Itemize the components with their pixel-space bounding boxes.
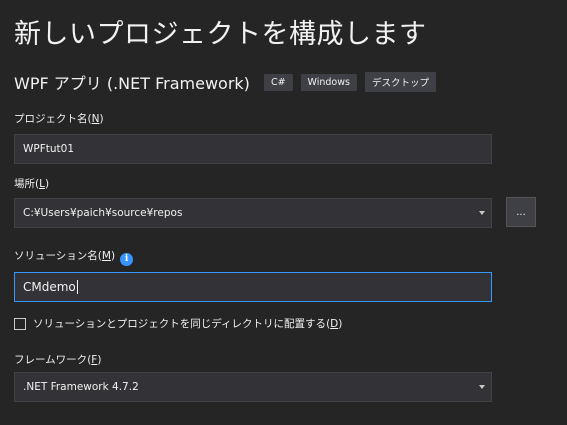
same-directory-option[interactable]: ソリューションとプロジェクトを同じディレクトリに配置する(D) <box>14 316 342 331</box>
browse-button-label: ... <box>516 207 526 218</box>
configure-project-page: 新しいプロジェクトを構成します WPF アプリ (.NET Framework)… <box>0 0 567 425</box>
solution-name-value: CMdemo <box>23 280 76 294</box>
project-name-input[interactable]: WPFtut01 <box>14 134 492 164</box>
chevron-down-icon[interactable] <box>479 385 485 389</box>
chevron-down-icon[interactable] <box>479 211 485 215</box>
tag-language: C# <box>263 73 293 91</box>
project-name-value: WPFtut01 <box>23 143 75 155</box>
location-combobox[interactable]: C:¥Users¥paich¥source¥repos <box>14 198 492 228</box>
project-name-label: プロジェクト名(N) <box>14 113 104 125</box>
framework-label: フレームワーク(F) <box>14 354 102 366</box>
browse-button[interactable]: ... <box>506 197 536 227</box>
location-label: 場所(L) <box>14 178 50 190</box>
framework-combobox[interactable]: .NET Framework 4.7.2 <box>14 372 492 402</box>
template-name: WPF アプリ (.NET Framework) <box>14 74 250 93</box>
same-directory-label: ソリューションとプロジェクトを同じディレクトリに配置する(D) <box>33 318 343 330</box>
solution-name-label: ソリューション名(M) i <box>14 248 134 266</box>
tag-project-type: デスクトップ <box>364 72 436 92</box>
same-directory-checkbox[interactable] <box>14 317 26 330</box>
framework-value: .NET Framework 4.7.2 <box>23 381 139 393</box>
template-info-row: WPF アプリ (.NET Framework) C# Windows デスクト… <box>14 70 444 94</box>
info-icon[interactable]: i <box>120 253 134 266</box>
page-title: 新しいプロジェクトを構成します <box>14 19 427 50</box>
location-value: C:¥Users¥paich¥source¥repos <box>23 207 183 219</box>
tag-platform: Windows <box>300 73 357 91</box>
solution-name-input[interactable]: CMdemo <box>14 272 492 302</box>
text-cursor <box>76 280 78 294</box>
